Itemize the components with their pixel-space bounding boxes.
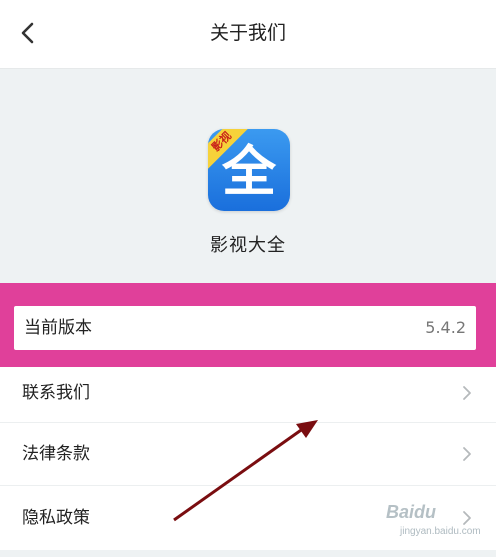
baidu-watermark: Baidu jingyan.baidu.com <box>386 500 490 546</box>
chevron-right-icon <box>463 386 471 400</box>
page-title: 关于我们 <box>209 22 286 44</box>
app-logo: 全 影视 <box>208 129 290 211</box>
legal-terms-label: 法律条款 <box>22 444 90 464</box>
top-bar: 关于我们 <box>0 0 496 69</box>
chevron-right-icon <box>463 447 471 461</box>
bottom-strip <box>0 550 496 557</box>
contact-us-label: 联系我们 <box>22 383 90 403</box>
contact-us-row[interactable]: 联系我们 <box>0 367 496 423</box>
legal-terms-row[interactable]: 法律条款 <box>0 423 496 486</box>
app-info-section: 全 影视 影视大全 <box>0 69 496 283</box>
current-version-label: 当前版本 <box>24 318 92 338</box>
current-version-row[interactable]: 当前版本 5.4.2 <box>14 306 476 350</box>
watermark-text: Baidu <box>386 502 437 522</box>
app-name: 影视大全 <box>210 235 286 256</box>
privacy-policy-label: 隐私政策 <box>22 508 90 528</box>
current-version-value: 5.4.2 <box>425 318 466 337</box>
watermark-subtext: jingyan.baidu.com <box>400 526 481 537</box>
